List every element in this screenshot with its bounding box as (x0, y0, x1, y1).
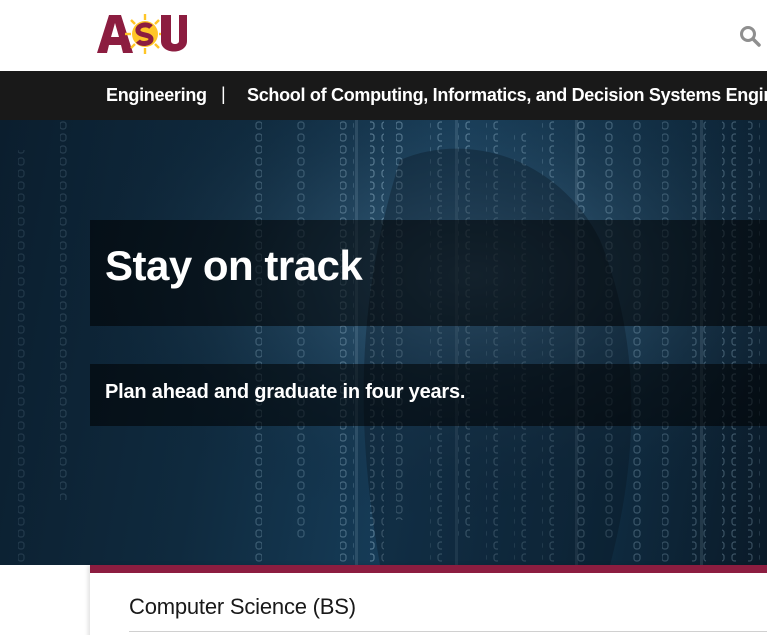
hero-subtitle: Plan ahead and graduate in four years. (105, 381, 466, 403)
binary-code-background (0, 120, 767, 565)
program-title: Computer Science (BS) (129, 594, 356, 619)
search-icon (740, 26, 761, 47)
site-header (0, 0, 767, 71)
program-card: Computer Science (BS) (90, 565, 767, 635)
page: Engineering | School of Computing, Infor… (0, 0, 767, 635)
divider (129, 631, 767, 632)
hero-banner: Stay on track Plan ahead and graduate in… (0, 120, 767, 565)
nav-link-engineering[interactable]: Engineering (106, 85, 207, 106)
sunburst (125, 14, 165, 54)
asu-logo[interactable] (95, 11, 187, 55)
nav-link-school[interactable]: School of Computing, Informatics, and De… (247, 85, 767, 106)
search-button[interactable] (738, 24, 762, 48)
breadcrumb-nav: Engineering | School of Computing, Infor… (0, 71, 767, 120)
asu-logo-mark (97, 14, 187, 54)
hero-title: Stay on track (105, 242, 363, 289)
nav-separator: | (221, 84, 226, 104)
